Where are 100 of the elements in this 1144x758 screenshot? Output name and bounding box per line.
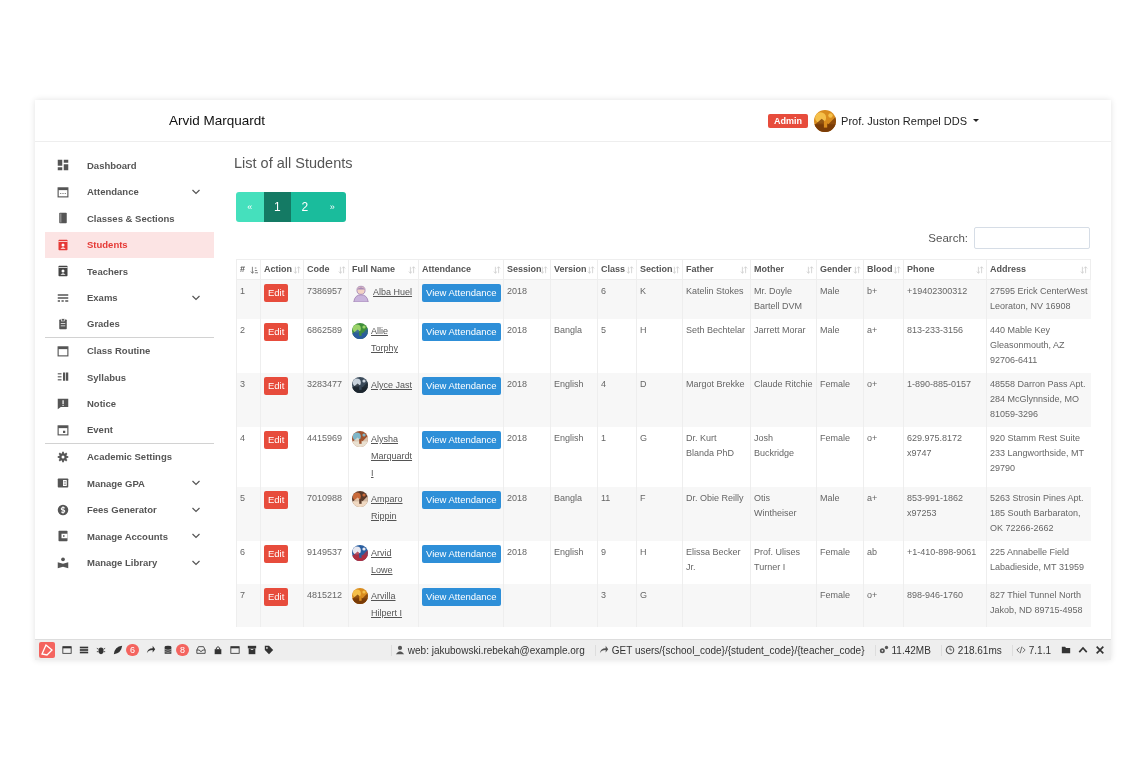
table-cell: D	[640, 379, 647, 389]
user-menu[interactable]: Prof. Juston Rempel DDS	[841, 114, 979, 127]
header-label: #	[240, 263, 245, 276]
table-cell: a+	[867, 325, 878, 335]
table-cell: H	[640, 325, 647, 335]
sidebar-label: Event	[87, 424, 114, 436]
count-badge: 8	[176, 644, 190, 656]
table-cell: 5	[240, 493, 245, 503]
logo-icon[interactable]	[39, 642, 55, 658]
student-name-link[interactable]: Alysha Marquardt I	[371, 431, 415, 482]
sidebar-item[interactable]: Attendance	[45, 178, 214, 205]
table-cell: 9149537	[307, 547, 343, 557]
table-cell: b+	[867, 286, 878, 296]
code-icon[interactable]	[1015, 645, 1026, 655]
column-header[interactable]: Blood	[863, 259, 904, 280]
table-cell: Josh Buckridge	[754, 433, 795, 458]
sidebar-item[interactable]: Event	[45, 417, 214, 444]
sidebar-item[interactable]: Manage GPA	[45, 470, 214, 497]
edit-button[interactable]: Edit	[264, 284, 289, 302]
user-icon[interactable]	[394, 645, 405, 655]
clock-icon[interactable]	[944, 645, 955, 655]
inbox-icon[interactable]	[196, 645, 207, 655]
chevron-down-icon	[192, 480, 200, 487]
table-cell: Prof. Ulises Turner I	[754, 547, 800, 572]
list-icon[interactable]	[79, 645, 89, 655]
edit-button[interactable]: Edit	[264, 588, 289, 606]
column-header[interactable]: Attendance	[418, 259, 504, 280]
sidebar-item[interactable]: Teachers	[45, 258, 214, 285]
edit-button[interactable]: Edit	[264, 545, 289, 563]
sidebar-label: Attendance	[87, 186, 140, 198]
close-icon[interactable]	[1095, 645, 1105, 655]
column-header[interactable]: Gender	[816, 259, 864, 280]
leaf-icon[interactable]	[113, 645, 123, 655]
sidebar-item[interactable]: Grades	[45, 311, 214, 338]
table-cell: H	[640, 547, 647, 557]
sidebar-item[interactable]: Students	[45, 231, 214, 258]
page-button[interactable]: 1	[263, 192, 291, 222]
header-label: Full Name	[352, 263, 395, 276]
table-cell: Elissa Becker Jr.	[686, 547, 741, 572]
student-name-link[interactable]: Arvid Lowe	[371, 545, 415, 579]
column-header[interactable]: Father	[682, 259, 751, 280]
column-header[interactable]: Code	[303, 259, 349, 280]
sidebar-item[interactable]: Academic Settings	[45, 443, 214, 470]
table-cell: 898-946-1760	[907, 590, 964, 600]
column-header[interactable]: Class	[597, 259, 637, 280]
sidebar-item[interactable]: Dashboard	[45, 152, 214, 179]
column-header[interactable]: #	[236, 259, 261, 280]
edit-button[interactable]: Edit	[264, 431, 289, 449]
database-icon[interactable]	[163, 645, 173, 655]
folder-icon[interactable]	[1061, 645, 1071, 655]
header-label: Version	[554, 263, 586, 276]
column-header[interactable]: Action	[260, 259, 304, 280]
app-title: Arvid Marquardt	[169, 113, 267, 128]
id-card-icon	[57, 238, 69, 251]
student-name-link[interactable]: Alyce Jast	[371, 377, 412, 394]
column-header[interactable]: Version	[550, 259, 598, 280]
share-icon[interactable]	[598, 645, 609, 655]
route-info: GET users/{school_code}/{student_code}/{teacher_code}	[611, 644, 865, 656]
table-cell: Female	[820, 590, 850, 600]
student-name-link[interactable]: Allie Torphy	[371, 323, 415, 357]
window-icon[interactable]	[230, 645, 241, 655]
window-icon[interactable]	[62, 645, 72, 655]
edit-button[interactable]: Edit	[264, 377, 289, 395]
sidebar-item[interactable]: Classes & Sections	[45, 205, 214, 232]
share-icon[interactable]	[146, 645, 156, 655]
column-header[interactable]: Mother	[750, 259, 817, 280]
table-cell: English	[554, 547, 584, 557]
sidebar-item[interactable]: Syllabus	[45, 364, 214, 391]
sidebar-item[interactable]: Fees Generator	[45, 496, 214, 523]
bug-icon[interactable]	[96, 645, 106, 655]
search-field[interactable]	[974, 227, 1090, 249]
header-label: Gender	[820, 263, 852, 276]
column-header[interactable]: Address	[986, 259, 1091, 280]
chevron-down-icon	[192, 294, 200, 301]
edit-button[interactable]: Edit	[264, 491, 289, 509]
table-icon	[57, 291, 69, 304]
sidebar-item[interactable]: Class Routine	[45, 337, 214, 364]
table-cell: Katelin Stokes	[686, 286, 744, 296]
edit-button[interactable]: Edit	[264, 323, 289, 341]
column-header[interactable]: Full Name	[348, 259, 419, 280]
sidebar-item[interactable]: Manage Library	[45, 549, 214, 576]
tags-icon[interactable]	[264, 645, 275, 655]
caret-up-icon[interactable]	[1078, 645, 1088, 655]
column-header[interactable]: Session	[503, 259, 551, 280]
header-label: Code	[307, 263, 330, 276]
table-cell: Bangla	[554, 325, 583, 335]
column-header[interactable]: Section	[636, 259, 683, 280]
sidebar-label: Class Routine	[87, 345, 152, 357]
page-title: List of all Students	[234, 154, 354, 172]
lock-icon[interactable]	[213, 645, 224, 655]
sidebar-item[interactable]: Notice	[45, 390, 214, 417]
column-header[interactable]: Phone	[903, 259, 987, 280]
table-cell: 225 Annabelle Field Labadieside, MT 31959	[990, 547, 1084, 572]
sidebar-label: Teachers	[87, 265, 129, 277]
sidebar-item[interactable]: Exams	[45, 284, 214, 311]
sidebar-item[interactable]: Manage Accounts	[45, 523, 214, 550]
table-cell: 3	[240, 379, 245, 389]
cogs-icon[interactable]	[878, 645, 889, 655]
calendar-icon	[57, 344, 69, 357]
archive-icon[interactable]	[247, 645, 258, 655]
